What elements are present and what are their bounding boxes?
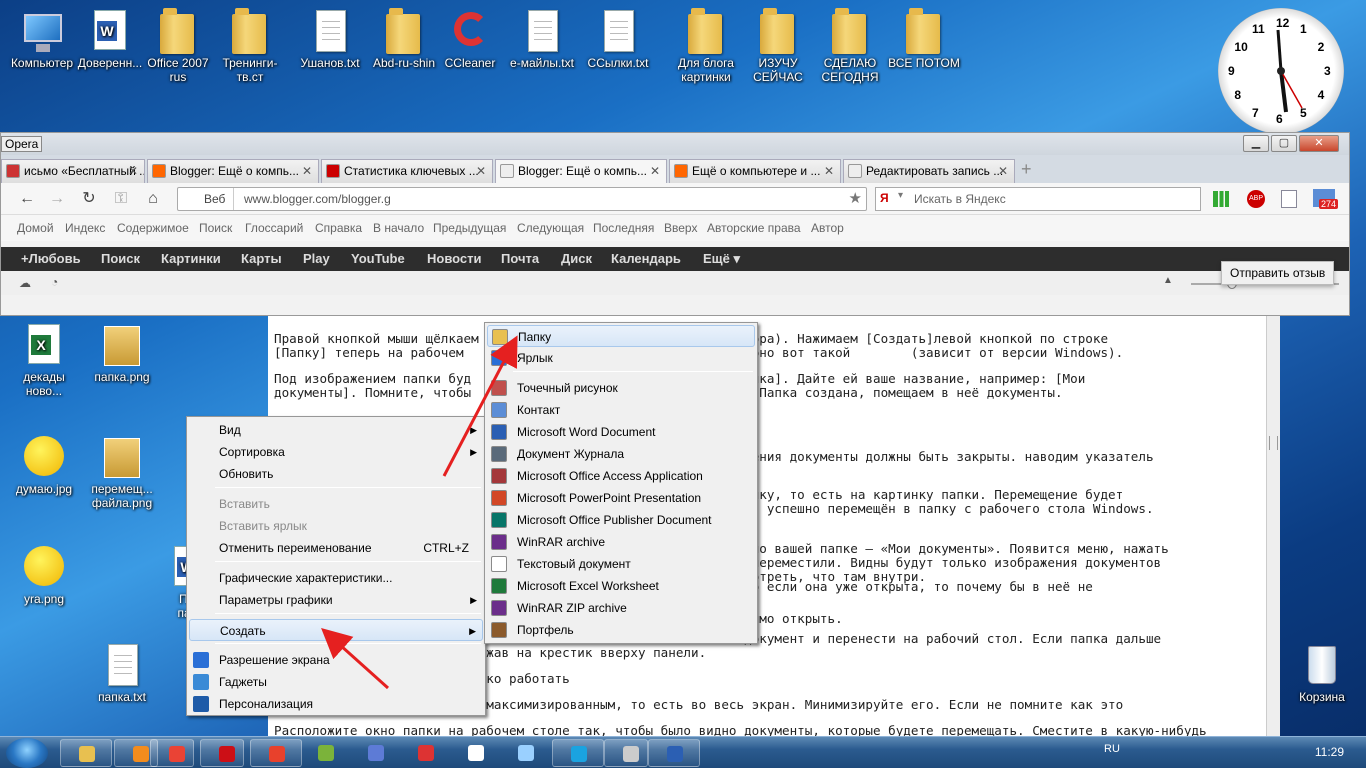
winlogo-icon [318,745,334,761]
taskbar-item-11[interactable] [604,739,648,767]
recycle-bin-icon [1300,640,1344,688]
yandex-icon [418,745,434,761]
taskbar-item-6[interactable] [350,739,394,767]
taskbar-item-3[interactable] [200,739,244,767]
taskbar-item-4[interactable] [250,739,302,767]
taskbar-item-9[interactable] [500,739,544,767]
volume-icon [518,745,534,761]
arrow-to-folder [444,346,512,476]
recycle-bin[interactable]: Корзина [1282,640,1362,704]
system-clock[interactable]: 11:29 [1315,745,1344,759]
taskbar-item-5[interactable] [300,739,344,767]
notepad-icon [623,746,639,762]
taskbar-item-7[interactable] [400,739,444,767]
bin-shape [1308,646,1336,684]
opera-icon [219,746,235,762]
word-icon [667,746,683,762]
annotation-arrows [0,0,1366,768]
media-icon [368,745,384,761]
taskbar-item-8[interactable] [450,739,494,767]
recycle-bin-label: Корзина [1282,690,1362,704]
firefox-icon [269,746,285,762]
taskbar-item-0[interactable] [60,739,112,767]
arrow-to-create [330,636,388,688]
media-player-icon [133,746,149,762]
chrome-icon [169,746,185,762]
taskbar-item-2[interactable] [150,739,194,767]
language-indicator[interactable]: RU [1104,743,1120,755]
yandex-browser-icon [468,745,484,761]
taskbar: RU 11:29 [0,736,1366,768]
explorer-icon [79,746,95,762]
taskbar-item-12[interactable] [648,739,700,767]
skype-icon [571,746,587,762]
start-button[interactable] [6,738,48,768]
taskbar-item-10[interactable] [552,739,604,767]
